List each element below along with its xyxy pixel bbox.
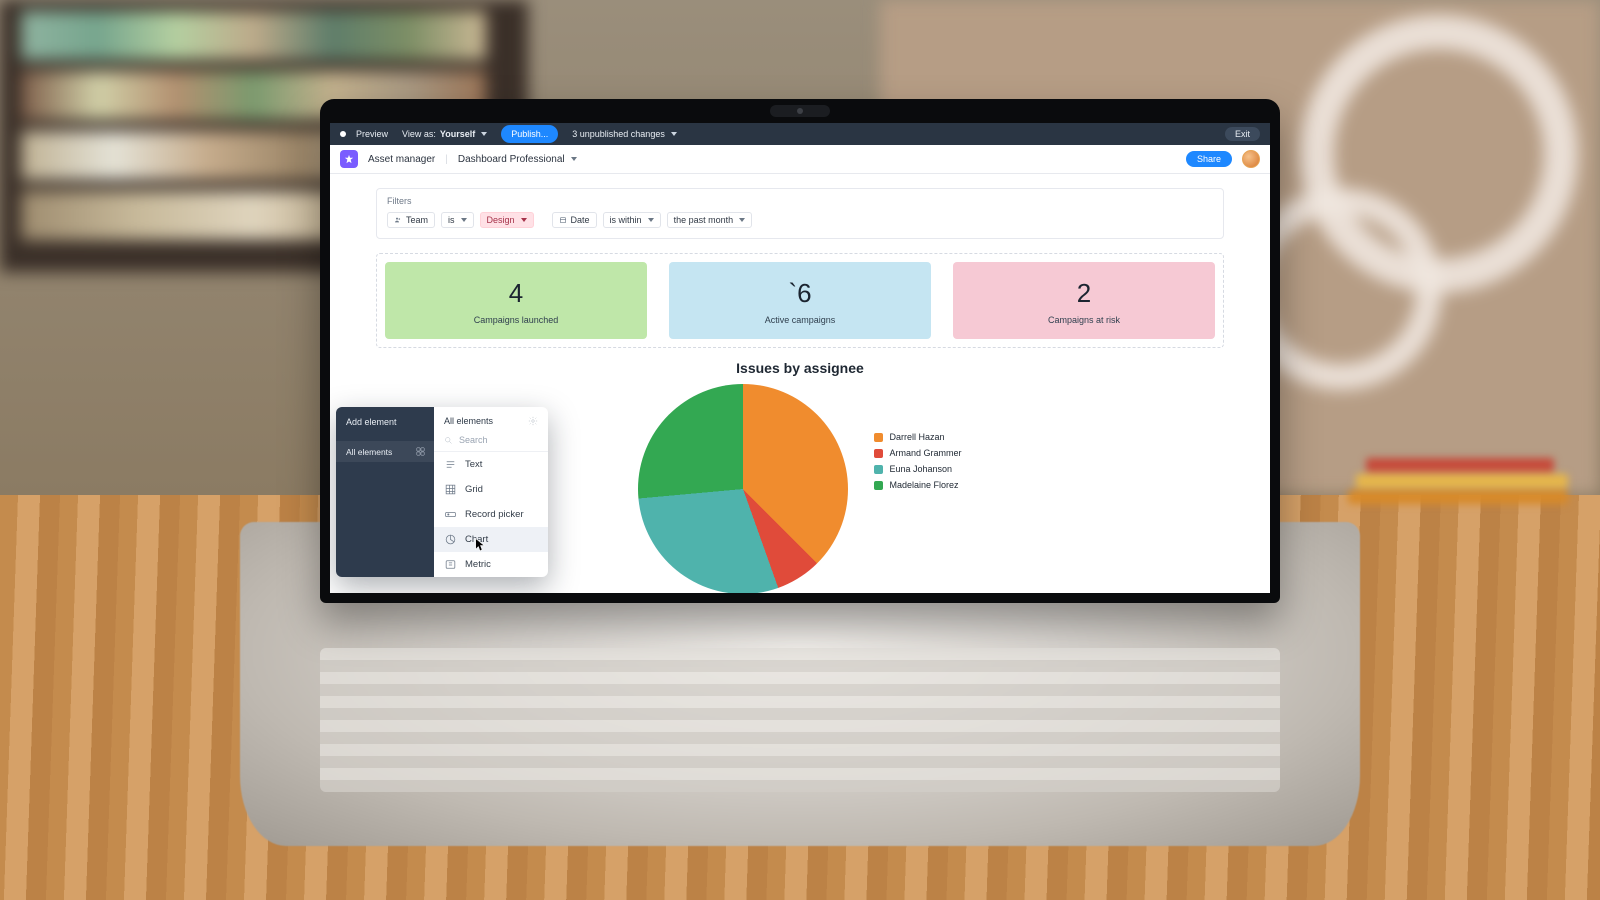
metric-value: 4: [389, 278, 643, 309]
chevron-down-icon: [739, 218, 745, 222]
popover-panel: All elements Search Text Grid: [434, 407, 548, 577]
view-as-selector[interactable]: View as: Yourself: [402, 129, 487, 139]
page-switcher[interactable]: Dashboard Professional: [458, 154, 577, 165]
preview-dot-icon: [340, 131, 346, 137]
app-icon[interactable]: [340, 150, 358, 168]
popover-search-placeholder: Search: [459, 435, 488, 445]
publish-button[interactable]: Publish...: [501, 125, 558, 143]
preview-label: Preview: [356, 129, 388, 139]
popover-title: Add element: [346, 417, 434, 427]
metric-icon: [444, 558, 457, 571]
metric-card-launched[interactable]: 4 Campaigns launched: [385, 262, 647, 339]
user-avatar[interactable]: [1242, 150, 1260, 168]
chevron-down-icon: [481, 132, 487, 136]
search-icon: [444, 436, 453, 445]
view-as-prefix: View as:: [402, 129, 436, 139]
popover-category-all[interactable]: All elements: [336, 441, 434, 462]
view-as-value: Yourself: [440, 129, 475, 139]
metric-label: Campaigns at risk: [957, 315, 1211, 325]
element-option-chart[interactable]: Chart: [434, 527, 548, 552]
metric-value: 2: [957, 278, 1211, 309]
record-picker-icon: [444, 508, 457, 521]
filter-field-date[interactable]: Date: [552, 212, 597, 228]
text-icon: [444, 458, 457, 471]
metric-label: Campaigns launched: [389, 315, 643, 325]
calendar-icon: [559, 216, 567, 224]
filter-op-within[interactable]: is within: [603, 212, 661, 228]
metric-card-active[interactable]: `6 Active campaigns: [669, 262, 931, 339]
elements-icon: [415, 446, 426, 457]
element-option-grid[interactable]: Grid: [434, 477, 548, 502]
chevron-down-icon: [671, 132, 677, 136]
filter-date-label: Date: [571, 215, 590, 225]
popover-search[interactable]: Search: [434, 431, 548, 452]
pie-graphic: [638, 384, 848, 593]
filter-op-is[interactable]: is: [441, 212, 474, 228]
element-option-metric[interactable]: Metric: [434, 552, 548, 577]
chart-icon: [444, 533, 457, 546]
changes-label: 3 unpublished changes: [572, 129, 665, 139]
filters-panel: Filters Team is Design: [376, 188, 1224, 239]
app-screen: Preview View as: Yourself Publish... 3 u…: [330, 123, 1270, 593]
team-icon: [394, 216, 402, 224]
mouse-cursor-icon: [475, 538, 486, 553]
legend-item[interactable]: Euna Johanson: [874, 464, 961, 474]
element-option-text[interactable]: Text: [434, 452, 548, 477]
app-subbar: Asset manager | Dashboard Professional S…: [330, 145, 1270, 174]
metric-label: Active campaigns: [673, 315, 927, 325]
filter-field-team[interactable]: Team: [387, 212, 435, 228]
gear-icon[interactable]: [528, 416, 538, 426]
legend-item[interactable]: Madelaine Florez: [874, 480, 961, 490]
legend-item[interactable]: Darrell Hazan: [874, 432, 961, 442]
filters-title: Filters: [387, 196, 1213, 206]
chevron-down-icon: [461, 218, 467, 222]
metric-card-risk[interactable]: 2 Campaigns at risk: [953, 262, 1215, 339]
webcam: [770, 105, 830, 117]
chevron-down-icon: [648, 218, 654, 222]
add-element-popover: Add element All elements All elements Se…: [336, 407, 548, 577]
app-name[interactable]: Asset manager: [368, 154, 435, 165]
metric-value: `6: [673, 278, 927, 309]
grid-icon: [444, 483, 457, 496]
chart-legend: Darrell Hazan Armand Grammer Euna Johans…: [874, 384, 961, 593]
filter-team-label: Team: [406, 215, 428, 225]
editor-topbar: Preview View as: Yourself Publish... 3 u…: [330, 123, 1270, 145]
chevron-down-icon: [521, 218, 527, 222]
page-name: Dashboard Professional: [458, 154, 565, 165]
element-option-record-picker[interactable]: Record picker: [434, 502, 548, 527]
chart-title: Issues by assignee: [376, 360, 1224, 376]
metrics-row: 4 Campaigns launched `6 Active campaigns…: [376, 253, 1224, 348]
popover-sidebar: Add element All elements: [336, 407, 434, 577]
unpublished-changes-link[interactable]: 3 unpublished changes: [572, 129, 677, 139]
preview-toggle[interactable]: Preview: [340, 129, 388, 139]
chevron-down-icon: [571, 157, 577, 161]
filter-value-team[interactable]: Design: [480, 212, 534, 228]
popover-panel-title: All elements: [444, 416, 493, 426]
filter-value-date[interactable]: the past month: [667, 212, 753, 228]
exit-button[interactable]: Exit: [1225, 127, 1260, 141]
legend-item[interactable]: Armand Grammer: [874, 448, 961, 458]
share-button[interactable]: Share: [1186, 151, 1232, 167]
laptop-bezel: Preview View as: Yourself Publish... 3 u…: [320, 99, 1280, 603]
